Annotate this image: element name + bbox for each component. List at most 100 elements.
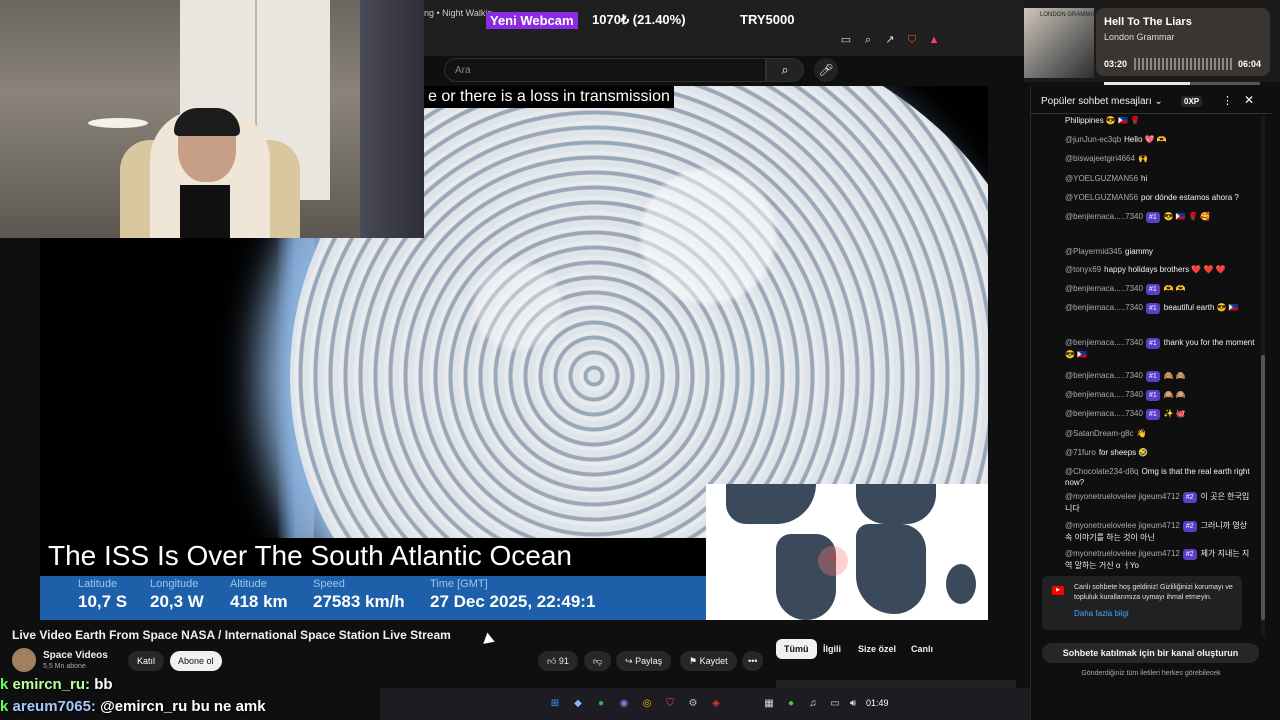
chat-message: @benjiemaca.....7340 #1 😎 🇵🇭 🌹 🥰: [1065, 211, 1255, 223]
cast-icon[interactable]: ▭: [838, 32, 854, 48]
join-button[interactable]: Katıl: [128, 651, 165, 671]
tray-icon-1[interactable]: ▦: [762, 697, 776, 711]
network-icon[interactable]: ▭: [828, 697, 842, 711]
chat-text: 🙌: [1137, 154, 1148, 163]
share-icon[interactable]: ↗: [882, 32, 898, 48]
telemetry-speed: Speed 27583 km/h: [313, 578, 405, 611]
chat-text: giammy: [1125, 247, 1154, 256]
album-art: [1024, 8, 1094, 78]
brave-shield-icon[interactable]: ⛉: [904, 32, 920, 48]
chat-author[interactable]: @junJun-ec3qb: [1065, 135, 1121, 144]
subscribe-button[interactable]: Abone ol: [170, 651, 222, 671]
webcam-label: Yeni Webcam: [486, 12, 578, 29]
telemetry-time: Time [GMT] 27 Dec 2025, 22:49:1: [430, 578, 596, 611]
create-channel-button[interactable]: Sohbete katılmak için bir kanal oluşturu…: [1042, 643, 1259, 663]
overlay-chat-line: k emircn_ru: bb: [0, 676, 113, 693]
mouse-cursor: [483, 632, 497, 648]
brave-rewards-icon[interactable]: ▲: [926, 32, 942, 48]
chat-author[interactable]: @biswajeetgiri4664: [1065, 154, 1135, 163]
taskbar-clock[interactable]: 01:49: [866, 698, 889, 708]
chat-author[interactable]: @Playermid345: [1065, 247, 1122, 256]
filter-chip-all[interactable]: Tümü: [776, 639, 817, 659]
chat-mode-dropdown[interactable]: Popüler sohbet mesajları ⌄: [1041, 96, 1163, 107]
tab-title[interactable]: ng • Night Walkin: [424, 8, 492, 18]
app-icon-1[interactable]: ◆: [571, 697, 585, 711]
chat-text: Philippines 😎 🇵🇭 🌹: [1065, 116, 1141, 125]
start-icon[interactable]: ⊞: [548, 697, 562, 711]
rank-badge: #1: [1145, 390, 1160, 401]
spotify-icon[interactable]: ●: [594, 697, 608, 711]
like-button[interactable]: 👍︎ 91: [538, 651, 578, 671]
song-artist: London Grammar: [1104, 32, 1175, 42]
rank-badge: #2: [1182, 492, 1197, 503]
rank-badge: #1: [1145, 212, 1160, 223]
share-button[interactable]: ↪ Paylaş: [616, 651, 672, 671]
channel-name[interactable]: Space Videos: [43, 650, 108, 661]
album-art-text: LONDON GRAMMAR: [1040, 12, 1099, 18]
search-button[interactable]: ⌕: [766, 58, 804, 82]
search-icon: ⌕: [781, 62, 789, 77]
more-actions-button[interactable]: •••: [742, 651, 764, 671]
chat-author[interactable]: @benjiemaca.....7340: [1065, 338, 1143, 347]
chat-author[interactable]: @myonetruelovelee jigeum4712: [1065, 521, 1180, 530]
save-button[interactable]: ⚑ Kaydet: [680, 651, 737, 671]
filter-chip-for-you[interactable]: Size özel: [850, 639, 904, 659]
chat-scrollbar-thumb[interactable]: [1261, 355, 1265, 620]
search-input[interactable]: Ara: [444, 58, 766, 82]
telemetry-altitude: Altitude 418 km: [230, 578, 288, 611]
chat-author[interactable]: @myonetruelovelee jigeum4712: [1065, 549, 1180, 558]
chat-message: @junJun-ec3qb Hello 💖 🫶: [1065, 134, 1255, 145]
share-icon: ↪: [625, 656, 633, 666]
song-title: Hell To The Liars: [1104, 16, 1192, 28]
chrome-icon[interactable]: ◎: [640, 697, 654, 711]
chat-author[interactable]: @benjiemaca.....7340: [1065, 212, 1143, 221]
close-icon[interactable]: ✕: [1244, 93, 1254, 107]
filter-chip-related[interactable]: İlgili: [815, 639, 849, 659]
more-vert-icon[interactable]: ⋮: [1222, 94, 1233, 107]
rank-badge: #1: [1145, 303, 1160, 314]
app-icon-2[interactable]: ⚙: [686, 697, 700, 711]
chat-author[interactable]: @SatanDream-g8c: [1065, 429, 1134, 438]
learn-more-link[interactable]: Daha fazla bilgi: [1074, 609, 1129, 618]
bookmark-icon: ⚑: [689, 656, 698, 666]
chat-message: @biswajeetgiri4664 🙌: [1065, 153, 1255, 164]
xp-badge[interactable]: 0XP: [1181, 96, 1203, 107]
discord-icon[interactable]: ◉: [617, 697, 631, 711]
chat-author[interactable]: @benjiemaca.....7340: [1065, 303, 1143, 312]
rank-badge: #2: [1182, 521, 1197, 532]
video-subtitle: e or there is a loss in transmission: [424, 86, 674, 108]
channel-avatar[interactable]: [12, 648, 36, 672]
telemetry-bar: Latitude 10,7 S Longitude 20,3 W Altitud…: [40, 576, 706, 620]
chat-message: @YOELGUZMAN56 hi: [1065, 173, 1255, 184]
brave-icon[interactable]: ⛉: [663, 697, 677, 711]
filter-chip-live[interactable]: Canlı: [903, 639, 941, 659]
chat-author[interactable]: @benjiemaca.....7340: [1065, 409, 1143, 418]
song-elapsed: 03:20: [1104, 59, 1128, 69]
chat-author[interactable]: @tonyx69: [1065, 265, 1101, 274]
voice-search-button[interactable]: 🎤︎: [814, 58, 838, 82]
chat-author[interactable]: @benjiemaca.....7340: [1065, 390, 1143, 399]
telemetry-latitude: Latitude 10,7 S: [78, 578, 128, 611]
volume-icon[interactable]: 🔊︎: [846, 697, 860, 711]
chat-author[interactable]: @Chocolate234-d8q: [1065, 467, 1139, 476]
song-duration: 06:04: [1238, 59, 1262, 69]
chat-message: @71furo for sheeps 🤣: [1065, 447, 1255, 458]
chat-author[interactable]: @benjiemaca.....7340: [1065, 284, 1143, 293]
windows-taskbar: [380, 688, 1030, 720]
zoom-icon[interactable]: ⌕: [860, 32, 876, 48]
toolbar-icons: ▭ ⌕ ↗ ⛉ ▲: [838, 32, 942, 48]
chat-message: @myonetruelovelee jigeum4712 #2 제가 지내는 지역 …: [1065, 548, 1255, 571]
app-icon-3[interactable]: ◈: [709, 697, 723, 711]
chat-text: beautiful earth 😎 🇵🇭: [1163, 303, 1239, 312]
chat-author[interactable]: @benjiemaca.....7340: [1065, 371, 1143, 380]
chat-author[interactable]: @YOELGUZMAN56: [1065, 174, 1138, 183]
chat-message: @myonetruelovelee jigeum4712 #2 이 곳은 한국입니다: [1065, 491, 1255, 514]
tray-icon-2[interactable]: ●: [784, 697, 798, 711]
tray-icon-3[interactable]: ♫: [806, 697, 820, 711]
chat-author[interactable]: @YOELGUZMAN56: [1065, 193, 1138, 202]
chat-message: @SatanDream-g8c 👋: [1065, 428, 1255, 439]
chat-text: for sheeps 🤣: [1098, 448, 1149, 457]
chat-author[interactable]: @myonetruelovelee jigeum4712: [1065, 492, 1180, 501]
chat-author[interactable]: @71furo: [1065, 448, 1096, 457]
dislike-button[interactable]: 👎︎: [584, 651, 612, 671]
